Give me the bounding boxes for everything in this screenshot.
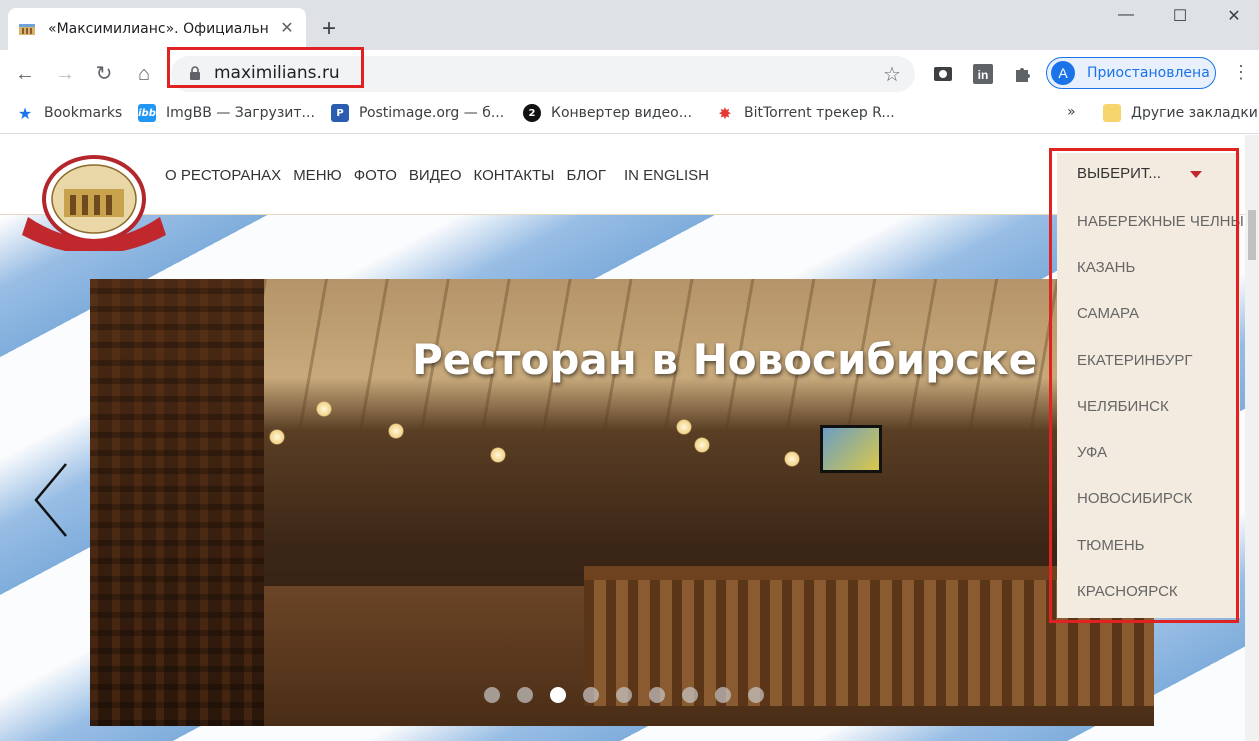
converter-icon: 2 [523, 104, 541, 122]
nav-contacts[interactable]: КОНТАКТЫ [474, 167, 555, 184]
other-bookmarks-label: Другие закладки [1131, 105, 1258, 121]
imgbb-icon: ibb [138, 104, 156, 122]
city-highlight-box [1049, 148, 1239, 623]
slider-dot[interactable] [484, 687, 500, 703]
bookmark-label: Конвертер видео... [551, 105, 693, 121]
bookmark-item[interactable]: 2 Конвертер видео... [523, 104, 692, 122]
main-nav: О РЕСТОРАНАХ МЕНЮ ФОТО ВИДЕО КОНТАКТЫ БЛ… [165, 167, 709, 184]
url-highlight-box [167, 47, 364, 88]
close-tab-icon[interactable]: ✕ [278, 20, 296, 38]
forward-icon[interactable]: → [52, 61, 78, 87]
slider-dot[interactable] [517, 687, 533, 703]
back-icon[interactable]: ← [12, 61, 38, 87]
torrent-icon: ✸ [718, 103, 732, 123]
bookmark-star-icon[interactable]: ☆ [883, 62, 901, 87]
nav-photo[interactable]: ФОТО [354, 167, 397, 184]
other-bookmarks[interactable]: Другие закладки [1103, 104, 1258, 122]
brand-logo[interactable] [18, 155, 170, 251]
postimage-icon: P [331, 104, 349, 122]
kebab-menu-icon[interactable]: ⋮ [1232, 62, 1250, 83]
nav-menu[interactable]: МЕНЮ [293, 167, 342, 184]
avatar: A [1051, 61, 1075, 85]
bookmark-label: Postimage.org — б... [359, 105, 505, 121]
nav-blog[interactable]: БЛОГ [566, 167, 605, 184]
scrollbar-thumb[interactable] [1248, 210, 1256, 260]
overflow-label: » [1067, 104, 1076, 120]
minimize-icon[interactable]: — [1106, 6, 1146, 30]
bookmark-item[interactable]: ibb ImgBB — Загрузит... [138, 104, 315, 122]
bookmark-label: ImgBB — Загрузит... [166, 105, 315, 121]
star-icon: ★ [17, 103, 33, 123]
slider-dot[interactable] [748, 687, 764, 703]
home-icon[interactable]: ⌂ [131, 61, 157, 87]
site-favicon-icon [18, 20, 36, 38]
folder-icon [1103, 104, 1121, 122]
maximize-icon[interactable]: ☐ [1160, 6, 1200, 30]
tab-title: «Максимилианс». Официальны [48, 21, 268, 37]
bookmark-item[interactable]: ✸ BitTorrent трекер R... [716, 103, 895, 123]
slider-prev-arrow-icon[interactable] [30, 460, 70, 540]
bookmark-label: BitTorrent трекер R... [744, 105, 895, 121]
profile-status: Приостановлена [1087, 65, 1210, 81]
extensions-puzzle-icon[interactable] [1012, 63, 1034, 85]
slide-title: Ресторан в Новосибирске [412, 335, 1038, 384]
nav-about[interactable]: О РЕСТОРАНАХ [165, 167, 281, 184]
new-tab-icon[interactable]: + [322, 17, 336, 41]
reload-icon[interactable]: ↻ [91, 61, 117, 87]
tab-strip: «Максимилианс». Официальны ✕ + — ☐ ✕ [0, 0, 1259, 50]
slider-dots [484, 687, 764, 703]
carved-wood-panel [90, 279, 264, 726]
screenshot-extension-icon[interactable] [932, 63, 954, 85]
slider-dot[interactable] [583, 687, 599, 703]
nav-english[interactable]: IN ENGLISH [624, 167, 709, 184]
nav-video[interactable]: ВИДЕО [409, 167, 462, 184]
browser-tab[interactable]: «Максимилианс». Официальны ✕ [8, 8, 306, 50]
slider-dot[interactable] [715, 687, 731, 703]
slider-dot[interactable] [649, 687, 665, 703]
slider-dot-active[interactable] [550, 687, 566, 703]
svg-text:in: in [978, 68, 989, 82]
close-window-icon[interactable]: ✕ [1214, 6, 1254, 30]
linkedin-icon[interactable]: in [972, 63, 994, 85]
bookmarks-overflow-icon[interactable]: » [1067, 104, 1076, 120]
bookmark-item[interactable]: P Postimage.org — б... [331, 104, 504, 122]
slider-dot[interactable] [682, 687, 698, 703]
slider-dot[interactable] [616, 687, 632, 703]
bookmark-label: Bookmarks [44, 105, 123, 121]
bookmark-item[interactable]: ★ Bookmarks [16, 103, 123, 123]
